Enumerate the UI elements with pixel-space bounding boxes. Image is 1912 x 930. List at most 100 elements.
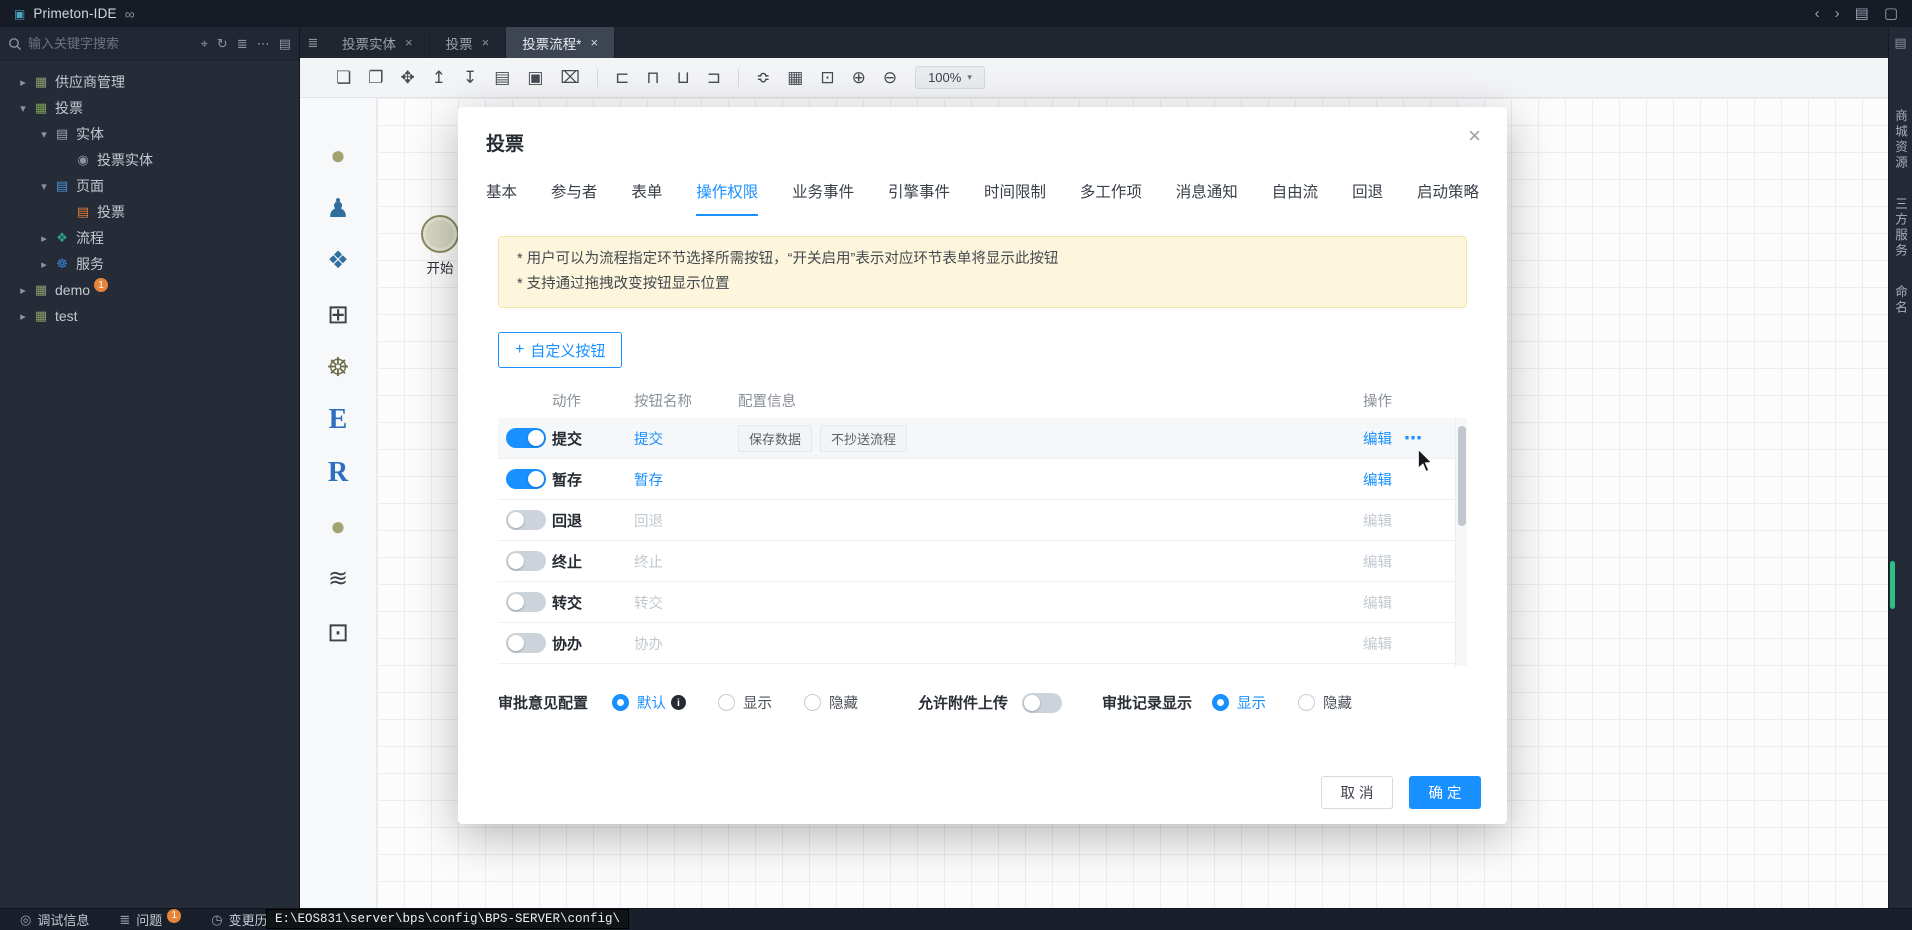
flow-tool-icon[interactable]: ≋: [300, 552, 376, 605]
dialog-tab[interactable]: 基本: [486, 180, 517, 216]
problems[interactable]: ≣问题1: [119, 910, 181, 929]
delete-icon[interactable]: ⌧: [560, 69, 580, 86]
distribute-icon[interactable]: ≎: [756, 69, 770, 86]
ok-button[interactable]: 确 定: [1409, 776, 1481, 809]
entity-tool-icon[interactable]: E: [300, 393, 376, 446]
panel-third-party-services[interactable]: 三方服务: [1891, 197, 1910, 259]
forward-icon[interactable]: ›: [1835, 6, 1840, 21]
dialog-tab[interactable]: 时间限制: [984, 180, 1046, 216]
radio-option[interactable]: 默认i: [612, 692, 686, 713]
editor-tab[interactable]: 投票流程*×: [506, 27, 615, 58]
panel-naming[interactable]: 命名: [1891, 285, 1910, 316]
button-name-link[interactable]: 回退: [634, 510, 738, 531]
chevron-down-icon[interactable]: ▾: [36, 180, 52, 193]
close-icon[interactable]: ×: [405, 35, 413, 50]
copy-icon[interactable]: ❏: [336, 69, 351, 86]
align-bottom-icon[interactable]: ⊔: [676, 69, 689, 86]
start-node-shape[interactable]: [421, 215, 459, 253]
dialog-tab[interactable]: 回退: [1352, 180, 1383, 216]
window-icon[interactable]: ▢: [1884, 6, 1898, 21]
panel-icon[interactable]: ▤: [279, 36, 291, 52]
editor-tab[interactable]: 投票×: [430, 27, 507, 58]
radio-option[interactable]: 显示: [718, 692, 772, 713]
end-event-tool-icon[interactable]: ●: [300, 499, 376, 552]
close-icon[interactable]: ×: [482, 35, 490, 50]
grid-icon[interactable]: ▦: [787, 69, 803, 86]
tree-item[interactable]: ▸▦demo1: [0, 277, 299, 303]
button-name-link[interactable]: 暂存: [634, 469, 738, 490]
palette-toggle-icon[interactable]: ≣: [300, 27, 326, 58]
edit-link[interactable]: 编辑: [1363, 428, 1392, 449]
panel-toggle-icon[interactable]: ▤: [1894, 35, 1906, 51]
tree-item[interactable]: ▤投票: [0, 199, 299, 225]
participant-tool-icon[interactable]: ♟: [300, 181, 376, 234]
editor-tab[interactable]: 投票实体×: [326, 27, 430, 58]
locate-icon[interactable]: ⌖: [201, 36, 208, 52]
edit-link[interactable]: 编辑: [1363, 633, 1392, 654]
button-name-link[interactable]: 提交: [634, 428, 738, 449]
tree-item[interactable]: ▾▤实体: [0, 121, 299, 147]
import-icon[interactable]: ↧: [463, 69, 477, 86]
chevron-down-icon[interactable]: ▾: [36, 128, 52, 141]
tree-item[interactable]: ▸▦test: [0, 303, 299, 329]
note-tool-icon[interactable]: ⊡: [300, 605, 376, 658]
start-event-tool-icon[interactable]: ●: [300, 128, 376, 181]
dialog-tab[interactable]: 参与者: [551, 180, 598, 216]
tree-item[interactable]: ▸❖流程: [0, 225, 299, 251]
zoom-control[interactable]: 100% ▾: [915, 66, 985, 89]
tree-item[interactable]: ▾▤页面: [0, 173, 299, 199]
dialog-tab[interactable]: 操作权限: [696, 180, 758, 216]
panel-layout-icon[interactable]: ▤: [1855, 6, 1869, 21]
export-icon[interactable]: ↥: [432, 69, 446, 86]
dialog-tab[interactable]: 业务事件: [792, 180, 854, 216]
edit-link[interactable]: 编辑: [1363, 592, 1392, 613]
tree-item[interactable]: ◉投票实体: [0, 147, 299, 173]
chevron-right-icon[interactable]: ▸: [15, 310, 31, 323]
paste-icon[interactable]: ❐: [368, 69, 383, 86]
radio-option[interactable]: 隐藏: [1298, 692, 1352, 713]
gateway-tool-icon[interactable]: ❖: [300, 234, 376, 287]
dialog-tab[interactable]: 表单: [631, 180, 662, 216]
edit-link[interactable]: 编辑: [1363, 510, 1392, 531]
row-toggle[interactable]: [506, 510, 546, 530]
sort-icon[interactable]: ≣: [237, 36, 248, 52]
dialog-tab[interactable]: 多工作项: [1080, 180, 1142, 216]
fit-screen-icon[interactable]: ⊡: [820, 69, 834, 86]
row-toggle[interactable]: [506, 633, 546, 653]
row-toggle[interactable]: [506, 551, 546, 571]
zoom-out-icon[interactable]: ⊖: [883, 69, 897, 86]
edit-link[interactable]: 编辑: [1363, 551, 1392, 572]
debug-info[interactable]: ◎调试信息: [20, 910, 89, 929]
scrollbar-thumb[interactable]: [1458, 426, 1466, 526]
row-toggle[interactable]: [506, 428, 546, 448]
more-icon[interactable]: ⋯: [257, 36, 270, 52]
file-icon[interactable]: ▤: [494, 69, 510, 86]
zoom-in-icon[interactable]: ⊕: [852, 69, 866, 86]
dialog-tab[interactable]: 启动策略: [1417, 180, 1479, 216]
edit-link[interactable]: 编辑: [1363, 469, 1392, 490]
row-toggle[interactable]: [506, 592, 546, 612]
service-tool-icon[interactable]: ☸: [300, 340, 376, 393]
button-name-link[interactable]: 转交: [634, 592, 738, 613]
chevron-down-icon[interactable]: ▾: [15, 102, 31, 115]
align-right-icon[interactable]: ⊐: [707, 69, 721, 86]
tree-item[interactable]: ▸☸服务: [0, 251, 299, 277]
start-node[interactable]: 开始: [421, 215, 459, 277]
active-panel-indicator[interactable]: [1890, 561, 1895, 609]
refresh-icon[interactable]: ↻: [217, 36, 228, 52]
rule-tool-icon[interactable]: R: [300, 446, 376, 499]
radio-option[interactable]: 隐藏: [804, 692, 858, 713]
tree-item[interactable]: ▸▦供应商管理: [0, 69, 299, 95]
table-scrollbar[interactable]: [1455, 418, 1467, 666]
search-input[interactable]: [28, 36, 195, 51]
more-icon[interactable]: ⋯: [1404, 429, 1422, 447]
align-top-icon[interactable]: ⊓: [646, 69, 659, 86]
radio-option[interactable]: 显示: [1212, 692, 1266, 713]
dialog-tab[interactable]: 引擎事件: [888, 180, 950, 216]
button-name-link[interactable]: 协办: [634, 633, 738, 654]
align-left-icon[interactable]: ⊏: [615, 69, 629, 86]
dialog-tab[interactable]: 自由流: [1272, 180, 1319, 216]
chevron-right-icon[interactable]: ▸: [15, 284, 31, 297]
duplicate-icon[interactable]: ▣: [527, 69, 543, 86]
button-name-link[interactable]: 终止: [634, 551, 738, 572]
